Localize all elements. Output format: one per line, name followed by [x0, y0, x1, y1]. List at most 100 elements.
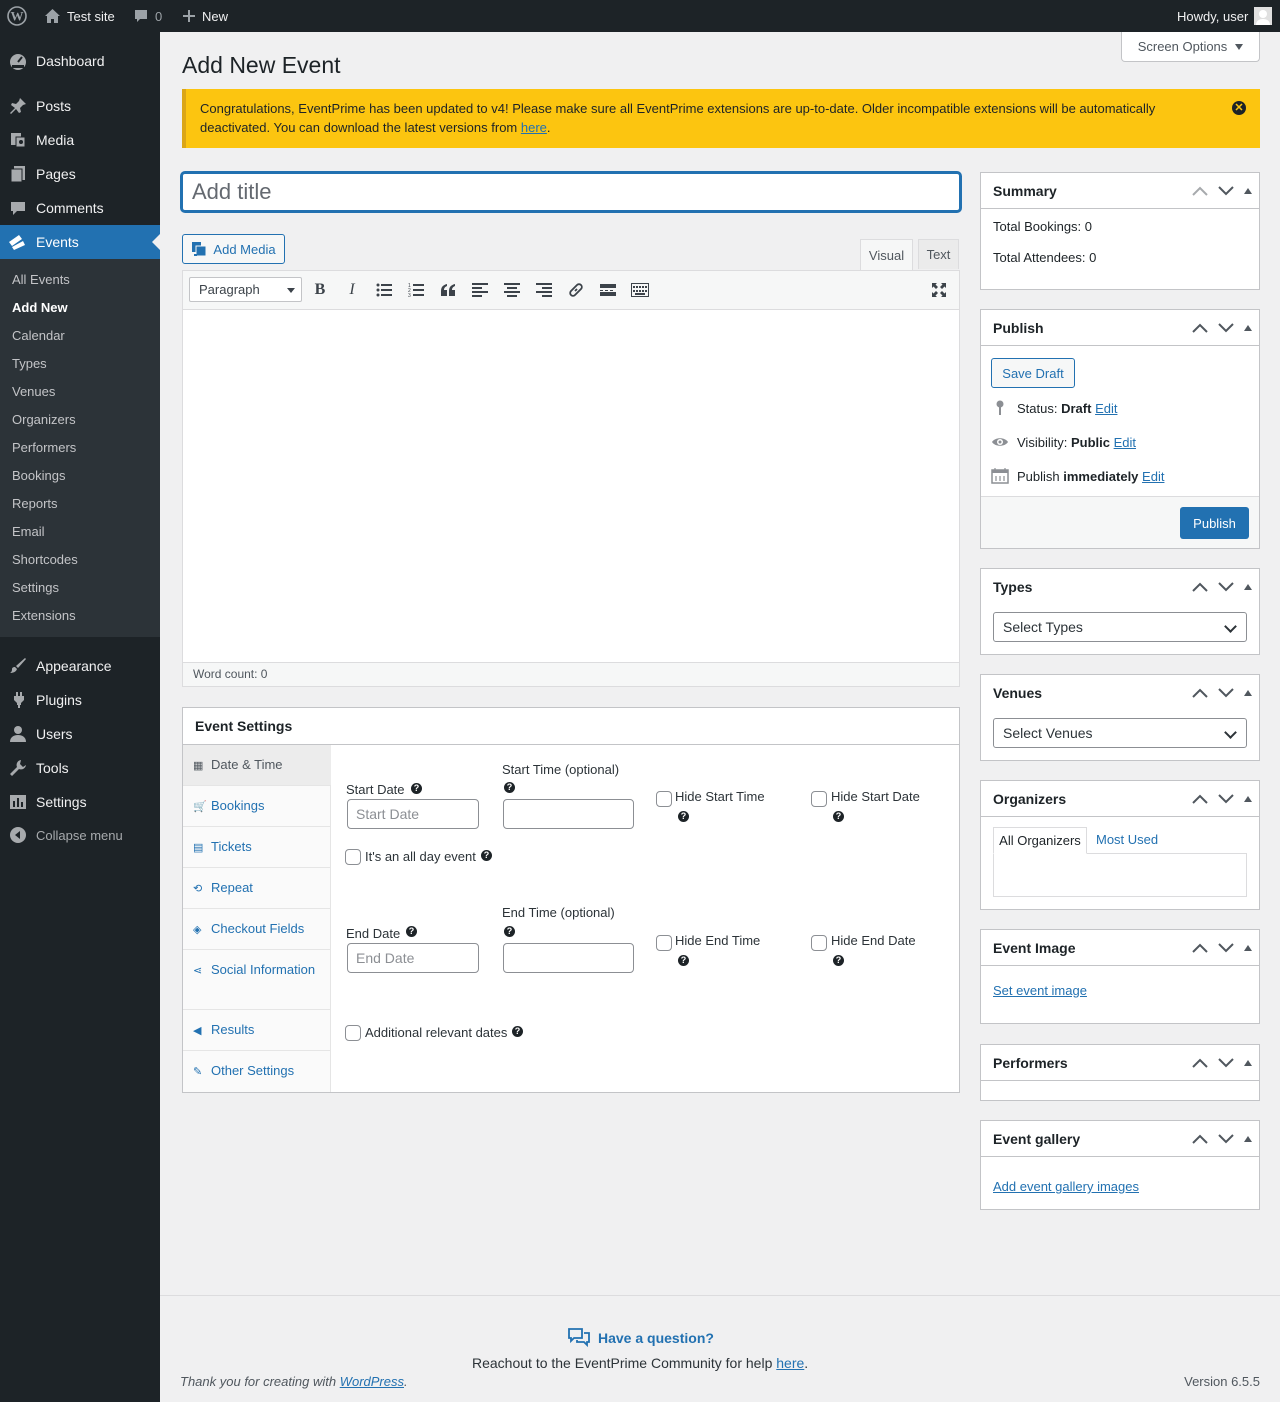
new-content-link[interactable]: New	[182, 0, 228, 32]
tab-text[interactable]: Text	[918, 239, 959, 269]
submenu-all-events[interactable]: All Events	[12, 272, 70, 287]
tab-social-information[interactable]: ⋖ Social Information	[183, 950, 331, 1010]
submenu-bookings[interactable]: Bookings	[12, 468, 65, 483]
menu-events[interactable]: Events	[0, 225, 160, 259]
tab-results[interactable]: ◀ Results	[183, 1010, 331, 1051]
toolbar-toggle-icon[interactable]	[628, 279, 652, 301]
menu-media[interactable]: Media	[0, 123, 160, 157]
align-right-icon[interactable]	[532, 279, 556, 301]
tab-other-settings[interactable]: ✎ Other Settings	[183, 1051, 331, 1092]
toggle-arrow-icon[interactable]	[1243, 1059, 1253, 1067]
hide-start-time-checkbox[interactable]	[656, 791, 672, 807]
toggle-arrow-icon[interactable]	[1243, 583, 1253, 591]
blockquote-icon[interactable]	[436, 279, 460, 301]
toggle-arrow-icon[interactable]	[1243, 795, 1253, 803]
chevron-up-icon[interactable]	[1191, 943, 1209, 953]
tab-repeat[interactable]: ⟲ Repeat	[183, 868, 331, 909]
menu-tools[interactable]: Tools	[0, 751, 160, 785]
chevron-down-icon[interactable]	[1217, 794, 1235, 804]
types-select[interactable]: Select Types	[993, 612, 1247, 642]
start-time-input[interactable]	[503, 799, 634, 829]
wordpress-link[interactable]: WordPress	[340, 1374, 404, 1389]
numbered-list-icon[interactable]: 123	[404, 279, 428, 301]
chevron-down-icon[interactable]	[1217, 323, 1235, 333]
chevron-up-icon[interactable]	[1191, 1058, 1209, 1068]
chevron-down-icon[interactable]	[1217, 186, 1235, 196]
submenu-types[interactable]: Types	[12, 356, 47, 371]
format-select[interactable]: Paragraph	[189, 277, 302, 302]
chevron-up-icon[interactable]	[1191, 794, 1209, 804]
submenu-shortcodes[interactable]: Shortcodes	[12, 552, 78, 567]
hide-end-date-checkbox[interactable]	[811, 935, 827, 951]
submenu-calendar[interactable]: Calendar	[12, 328, 65, 343]
chevron-down-icon[interactable]	[1217, 688, 1235, 698]
chevron-up-icon[interactable]	[1191, 688, 1209, 698]
tab-tickets[interactable]: ▤ Tickets	[183, 827, 331, 868]
bold-icon[interactable]: B	[308, 279, 332, 301]
toggle-arrow-icon[interactable]	[1243, 324, 1253, 332]
wordpress-logo-icon[interactable]: W	[7, 0, 27, 32]
chevron-up-icon[interactable]	[1191, 582, 1209, 592]
menu-plugins[interactable]: Plugins	[0, 683, 160, 717]
help-link[interactable]: here	[776, 1355, 804, 1371]
menu-settings[interactable]: Settings	[0, 785, 160, 819]
chevron-down-icon[interactable]	[1217, 1058, 1235, 1068]
toggle-arrow-icon[interactable]	[1243, 187, 1253, 195]
additional-dates-checkbox[interactable]	[345, 1025, 361, 1041]
fullscreen-icon[interactable]	[927, 279, 951, 301]
align-left-icon[interactable]	[468, 279, 492, 301]
tab-all-organizers[interactable]: All Organizers	[993, 827, 1087, 854]
toggle-arrow-icon[interactable]	[1243, 1135, 1253, 1143]
submenu-extensions[interactable]: Extensions	[12, 608, 76, 623]
tab-bookings[interactable]: 🛒 Bookings	[183, 786, 331, 827]
tab-most-used[interactable]: Most Used	[1096, 832, 1158, 847]
chevron-down-icon[interactable]	[1217, 1134, 1235, 1144]
toggle-arrow-icon[interactable]	[1243, 689, 1253, 697]
submenu-add-new[interactable]: Add New	[12, 300, 68, 315]
italic-icon[interactable]: I	[340, 279, 364, 301]
menu-appearance[interactable]: Appearance	[0, 649, 160, 683]
comments-link[interactable]: 0	[133, 0, 162, 32]
hide-end-time-checkbox[interactable]	[656, 935, 672, 951]
submenu-organizers[interactable]: Organizers	[12, 412, 76, 427]
menu-users[interactable]: Users	[0, 717, 160, 751]
chevron-up-icon[interactable]	[1191, 1134, 1209, 1144]
menu-dashboard[interactable]: Dashboard	[0, 44, 160, 78]
link-icon[interactable]	[564, 279, 588, 301]
site-name-link[interactable]: Test site	[44, 0, 115, 32]
venues-select[interactable]: Select Venues	[993, 718, 1247, 748]
edit-status-link[interactable]: Edit	[1095, 401, 1117, 416]
screen-options-button[interactable]: Screen Options	[1121, 32, 1260, 62]
chevron-down-icon[interactable]	[1217, 943, 1235, 953]
save-draft-button[interactable]: Save Draft	[991, 358, 1075, 388]
read-more-icon[interactable]	[596, 279, 620, 301]
tab-visual[interactable]: Visual	[860, 239, 913, 270]
submenu-reports[interactable]: Reports	[12, 496, 58, 511]
end-date-input[interactable]: End Date	[347, 943, 479, 973]
chevron-up-icon[interactable]	[1191, 186, 1209, 196]
menu-comments[interactable]: Comments	[0, 191, 160, 225]
menu-pages[interactable]: Pages	[0, 157, 160, 191]
end-time-input[interactable]	[503, 943, 634, 973]
publish-button[interactable]: Publish	[1180, 507, 1249, 539]
edit-schedule-link[interactable]: Edit	[1142, 469, 1164, 484]
hide-start-date-checkbox[interactable]	[811, 791, 827, 807]
add-gallery-images-link[interactable]: Add event gallery images	[993, 1179, 1139, 1194]
collapse-menu-button[interactable]: Collapse menu	[0, 818, 160, 852]
tab-date-time[interactable]: ▦ Date & Time	[183, 745, 331, 786]
submenu-email[interactable]: Email	[12, 524, 45, 539]
dismiss-icon[interactable]: ✕	[1232, 101, 1246, 115]
submenu-venues[interactable]: Venues	[12, 384, 55, 399]
bullet-list-icon[interactable]	[372, 279, 396, 301]
menu-posts[interactable]: Posts	[0, 89, 160, 123]
align-center-icon[interactable]	[500, 279, 524, 301]
set-event-image-link[interactable]: Set event image	[993, 983, 1087, 998]
chevron-down-icon[interactable]	[1217, 582, 1235, 592]
add-media-button[interactable]: Add Media	[182, 234, 285, 264]
all-day-checkbox[interactable]	[345, 849, 361, 865]
submenu-performers[interactable]: Performers	[12, 440, 76, 455]
my-account-link[interactable]: Howdy, user	[1177, 0, 1273, 32]
chevron-up-icon[interactable]	[1191, 323, 1209, 333]
toggle-arrow-icon[interactable]	[1243, 944, 1253, 952]
start-date-input[interactable]: Start Date	[347, 799, 479, 829]
